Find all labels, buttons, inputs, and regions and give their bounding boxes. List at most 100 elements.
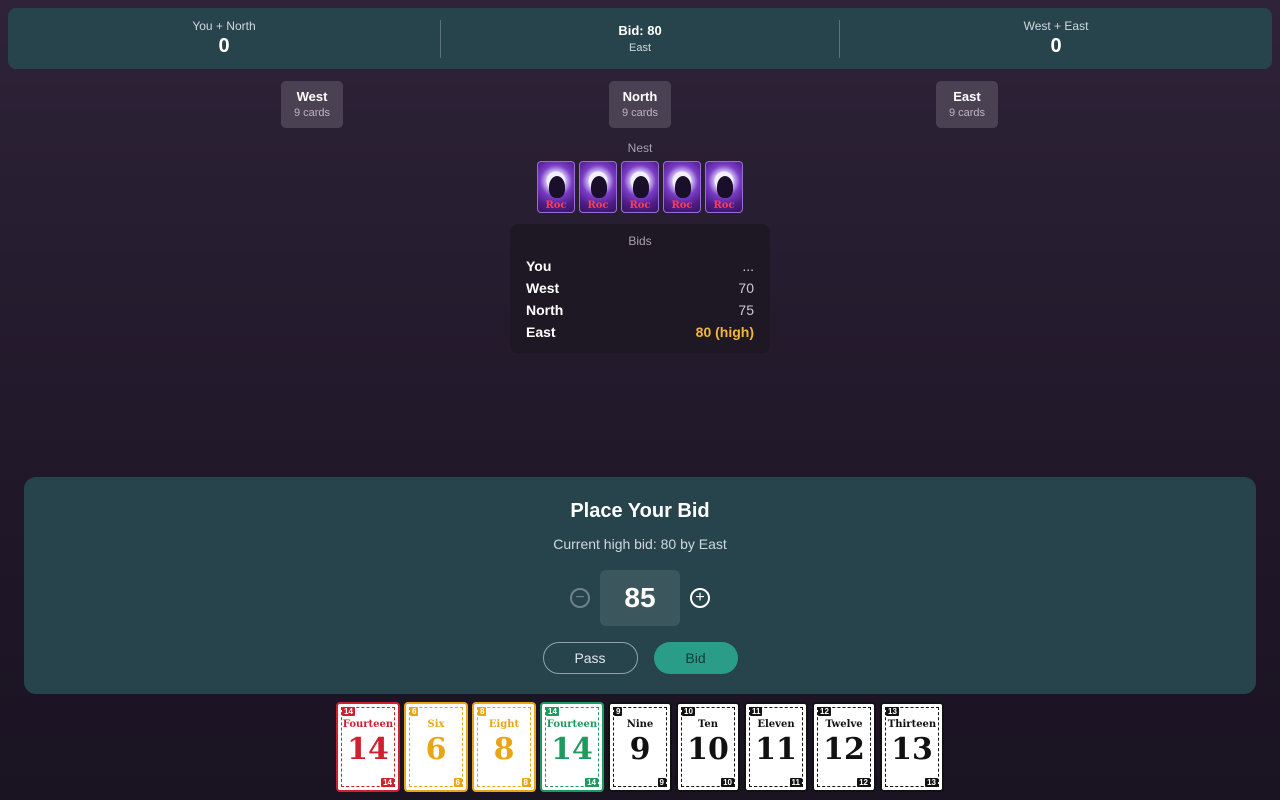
raven-icon — [633, 176, 649, 198]
hand-card[interactable]: 8 Eight 8 8 — [472, 702, 536, 792]
card-number: 14 — [347, 732, 389, 767]
bid-amount[interactable]: 85 — [600, 570, 680, 626]
nest-label: Nest — [627, 141, 653, 155]
card-number: 10 — [687, 732, 729, 767]
nest-card-back: Roc — [537, 161, 575, 213]
hand-card[interactable]: 12 Twelve 12 12 — [812, 702, 876, 792]
bids-title: Bids — [628, 234, 652, 248]
player-west: West 9 cards — [281, 81, 343, 128]
bid-row: You... — [526, 255, 754, 277]
card-name: Six — [427, 719, 445, 730]
player-name: West — [296, 89, 328, 104]
minus-circle-icon[interactable]: − — [570, 588, 590, 608]
card-number: 14 — [551, 732, 593, 767]
team-label: West + East — [1023, 19, 1089, 33]
card-corner-number: 12 — [818, 707, 831, 716]
card-corner-number: 11 — [789, 778, 802, 787]
card-corner-number: 14 — [585, 778, 598, 787]
bid-value: 70 — [738, 280, 754, 296]
player-card-count: 9 cards — [293, 107, 331, 119]
card-corner-number: 10 — [721, 778, 734, 787]
raven-icon — [549, 176, 565, 198]
card-number: 9 — [629, 732, 651, 767]
hand-card[interactable]: 11 Eleven 11 11 — [744, 702, 808, 792]
nest-card-back: Roc — [579, 161, 617, 213]
bid-player-name: You — [526, 258, 552, 274]
bid-row: East 80 (high) — [526, 321, 754, 343]
raven-icon — [717, 176, 733, 198]
current-bid-label: Bid: 80 — [618, 23, 662, 38]
hand-card[interactable]: 14 Fourteen 14 14 — [540, 702, 604, 792]
card-corner-number: 14 — [546, 707, 559, 716]
team-score-you-north: You + North 0 — [8, 19, 440, 58]
nest-card-back: Roc — [663, 161, 701, 213]
plus-circle-icon[interactable]: + — [690, 588, 710, 608]
bid-actions: Pass Bid — [24, 642, 1256, 674]
dialog-title: Place Your Bid — [570, 500, 710, 522]
pass-button[interactable]: Pass — [542, 642, 638, 674]
bids-panel: Bids You... West 70 North 75 East 80 (high) — [510, 224, 770, 353]
bid-player-name: North — [526, 302, 564, 318]
bid-value: 80 (high) — [695, 324, 754, 340]
player-card-count: 9 cards — [621, 107, 659, 119]
card-name: Ten — [698, 719, 718, 730]
current-bidder: East — [628, 42, 651, 54]
card-name: Twelve — [825, 719, 863, 730]
card-corner-number: 8 — [478, 707, 487, 716]
card-number: 6 — [425, 732, 447, 767]
card-back-label: Roc — [545, 200, 567, 211]
card-number: 12 — [823, 732, 865, 767]
hand-card[interactable]: 10 Ten 10 10 — [676, 702, 740, 792]
card-corner-number: 13 — [925, 778, 938, 787]
dialog-subtitle: Current high bid: 80 by East — [553, 536, 727, 552]
nest-card-back: Roc — [705, 161, 743, 213]
current-bid-display: Bid: 80 East — [441, 23, 839, 54]
card-corner-number: 6 — [453, 778, 462, 787]
card-back-label: Roc — [587, 200, 609, 211]
hand-card[interactable]: 13 Thirteen 13 13 — [880, 702, 944, 792]
card-name: Nine — [626, 719, 654, 730]
card-name: Eight — [488, 719, 520, 730]
hand-card[interactable]: 14 Fourteen 14 14 — [336, 702, 400, 792]
player-north: North 9 cards — [609, 81, 671, 128]
raven-icon — [591, 176, 607, 198]
nest-cards: Roc Roc Roc Roc Roc — [537, 161, 743, 213]
hand-card[interactable]: 6 Six 6 6 — [404, 702, 468, 792]
card-number: 11 — [755, 732, 797, 767]
card-name: Eleven — [757, 719, 795, 730]
nest-card-back: Roc — [621, 161, 659, 213]
bid-dialog: Place Your Bid Current high bid: 80 by E… — [24, 477, 1256, 694]
bid-row: West 70 — [526, 277, 754, 299]
card-corner-number: 6 — [410, 707, 419, 716]
card-corner-number: 9 — [657, 778, 666, 787]
bid-stepper: − 85 + — [24, 570, 1256, 626]
team-score: 0 — [218, 35, 230, 57]
card-corner-number: 12 — [857, 778, 870, 787]
player-name: East — [953, 89, 981, 104]
card-corner-number: 14 — [342, 707, 355, 716]
card-back-label: Roc — [713, 200, 735, 211]
player-card-count: 9 cards — [948, 107, 986, 119]
card-corner-number: 10 — [682, 707, 695, 716]
bid-value: ... — [742, 258, 754, 274]
card-name: Fourteen — [546, 719, 598, 730]
bid-button[interactable]: Bid — [653, 642, 738, 674]
raven-icon — [675, 176, 691, 198]
bid-player-name: East — [526, 324, 556, 340]
scoreboard: You + North 0 Bid: 80 East West + East 0 — [8, 8, 1272, 69]
bid-row: North 75 — [526, 299, 754, 321]
team-score-west-east: West + East 0 — [840, 19, 1272, 58]
player-name: North — [622, 89, 658, 104]
player-east: East 9 cards — [936, 81, 998, 128]
card-corner-number: 9 — [614, 707, 623, 716]
card-name: Fourteen — [342, 719, 394, 730]
card-name: Thirteen — [887, 719, 937, 730]
hand-card[interactable]: 9 Nine 9 9 — [608, 702, 672, 792]
bid-value: 75 — [738, 302, 754, 318]
card-number: 13 — [891, 732, 933, 767]
card-corner-number: 13 — [886, 707, 899, 716]
card-corner-number: 11 — [750, 707, 763, 716]
card-number: 8 — [493, 732, 515, 767]
player-hand: 14 Fourteen 14 14 6 Six 6 6 8 Eight 8 8 14 Fourteen 14… — [336, 702, 944, 792]
card-corner-number: 14 — [381, 778, 394, 787]
